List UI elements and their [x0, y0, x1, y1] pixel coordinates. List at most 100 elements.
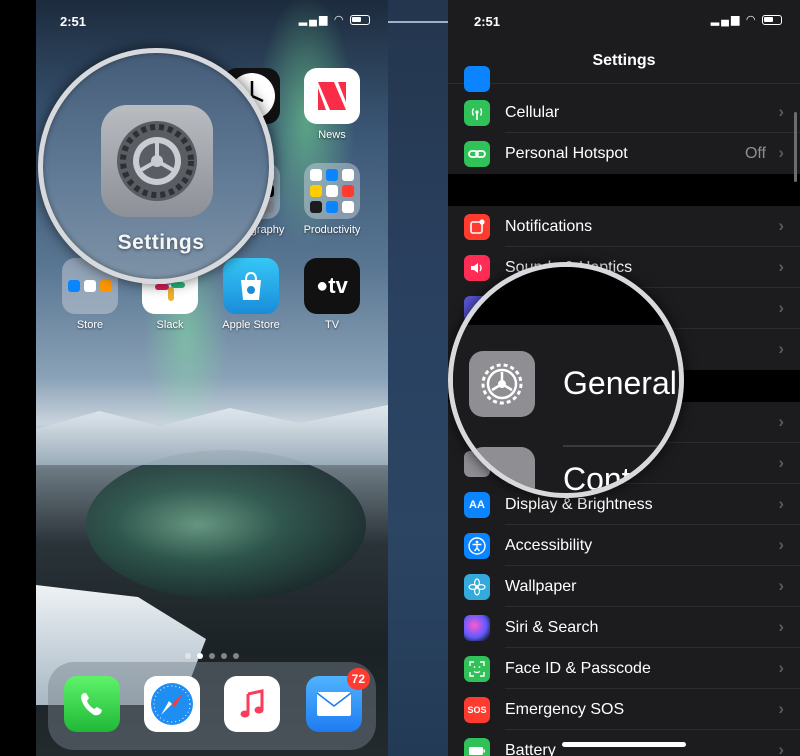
wifi-icon: ◠: [746, 14, 757, 26]
accessibility-icon: [464, 533, 490, 559]
phone-icon: [64, 676, 120, 732]
app-label: Slack: [156, 319, 184, 331]
row-label: Face ID & Passcode: [505, 660, 651, 677]
news-icon: [304, 68, 360, 124]
chevron-right-icon: ›: [778, 339, 784, 358]
toggles-icon: [469, 447, 535, 493]
chevron-right-icon: ›: [778, 494, 784, 513]
settings-row-siri[interactable]: Siri & Search ›: [448, 607, 800, 648]
settings-row-personal-hotspot[interactable]: Personal Hotspot Off ›: [448, 133, 800, 174]
apple-store-icon: [223, 258, 279, 314]
dock-mail[interactable]: 72: [304, 668, 370, 732]
app-label: Store: [76, 319, 104, 331]
status-time: 2:51: [60, 14, 87, 29]
app-label: News: [318, 129, 346, 141]
row-label: Accessibility: [505, 537, 593, 554]
folder-productivity[interactable]: Productivity: [302, 163, 362, 236]
settings-row-cellular[interactable]: Cellular ›: [448, 92, 800, 133]
magnified-section-gap: [453, 267, 679, 325]
dock-music[interactable]: [222, 676, 282, 732]
settings-row-face-id[interactable]: Face ID & Passcode ›: [448, 648, 800, 689]
status-bar: 2:51 ▂▄▆ ◠: [448, 0, 800, 40]
app-apple-store[interactable]: Apple Store: [221, 258, 281, 331]
face-id-icon: [464, 656, 490, 682]
row-label: Notifications: [505, 218, 593, 235]
chevron-right-icon: ›: [778, 740, 784, 756]
music-icon: [224, 676, 280, 732]
dock: 72: [48, 662, 376, 750]
apple-logo-icon: ●: [316, 274, 329, 297]
row-label: Display & Brightness: [505, 496, 653, 513]
scroll-indicator[interactable]: [794, 112, 797, 182]
signal-icon: ▂▄▆: [710, 14, 742, 26]
chevron-right-icon: ›: [778, 535, 784, 554]
wallpaper-snow: [36, 405, 388, 465]
notifications-icon: [464, 214, 490, 240]
page-dot-active[interactable]: [197, 653, 203, 659]
settings-label: Settings: [117, 231, 205, 254]
hotspot-link-icon: [464, 141, 490, 167]
status-icons: ▂▄▆ ◠: [711, 13, 782, 26]
wallpaper-river: [86, 450, 366, 600]
app-label: Productivity: [303, 224, 361, 236]
wifi-icon: ◠: [334, 14, 345, 26]
row-value: Off: [744, 145, 766, 162]
settings-row-wallpaper[interactable]: Wallpaper ›: [448, 566, 800, 607]
divider-line: [388, 21, 448, 23]
app-label: Apple Store: [222, 319, 280, 331]
antenna-icon: [464, 100, 490, 126]
chevron-right-icon: ›: [778, 617, 784, 636]
row-label: Siri & Search: [505, 619, 599, 636]
settings-row-accessibility[interactable]: Accessibility ›: [448, 525, 800, 566]
page-dot[interactable]: [233, 653, 239, 659]
productivity-folder-icon: [304, 163, 360, 219]
row-label: Personal Hotspot: [505, 145, 628, 162]
battery-icon: [350, 15, 370, 26]
dock-phone[interactable]: [62, 676, 122, 732]
magnified-control-center-label: Control Center: [563, 461, 679, 497]
magnifier-settings: Settings: [38, 48, 274, 284]
status-icons: ▂▄▆ ◠: [299, 13, 370, 26]
status-time: 2:51: [474, 14, 501, 29]
safari-icon: [144, 676, 200, 732]
chevron-right-icon: ›: [778, 257, 784, 276]
settings-row-notifications[interactable]: Notifications ›: [448, 206, 800, 247]
list-item-partial: [448, 66, 800, 92]
app-news[interactable]: News: [302, 68, 362, 141]
page-dot[interactable]: [209, 653, 215, 659]
divider-strip: [388, 0, 448, 756]
chevron-right-icon: ›: [778, 216, 784, 235]
status-bar: 2:51 ▂▄▆ ◠: [36, 0, 388, 40]
page-title: Settings: [592, 52, 656, 69]
chevron-right-icon: ›: [778, 143, 784, 162]
notification-badge: 72: [346, 668, 370, 690]
settings-row-emergency-sos[interactable]: SOS Emergency SOS ›: [448, 689, 800, 730]
settings-gear-icon[interactable]: [101, 105, 213, 217]
app-label: TV: [324, 319, 340, 331]
home-indicator[interactable]: [562, 742, 686, 747]
gear-icon: [469, 351, 535, 417]
flower-icon: [464, 574, 490, 600]
chevron-right-icon: ›: [778, 658, 784, 677]
dock-safari[interactable]: [142, 676, 202, 732]
chevron-right-icon: ›: [778, 102, 784, 121]
sos-icon: SOS: [464, 697, 490, 723]
chevron-right-icon: ›: [778, 453, 784, 472]
row-label: Cellular: [505, 104, 560, 121]
page-dot[interactable]: [185, 653, 191, 659]
mail-icon: 72: [306, 668, 370, 732]
bluetooth-icon: [464, 66, 490, 92]
chevron-right-icon: ›: [778, 699, 784, 718]
battery-row-icon: [464, 738, 490, 756]
app-tv[interactable]: ● tv TV: [302, 258, 362, 331]
magnifier-general: General Control Center: [448, 262, 684, 498]
battery-icon: [762, 15, 782, 26]
row-label: Emergency SOS: [505, 701, 625, 718]
text-size-icon: AA: [464, 492, 490, 518]
row-label: Wallpaper: [505, 578, 577, 595]
siri-icon: [464, 615, 490, 641]
page-dot[interactable]: [221, 653, 227, 659]
chevron-right-icon: ›: [778, 412, 784, 431]
chevron-right-icon: ›: [778, 576, 784, 595]
chevron-right-icon: ›: [778, 298, 784, 317]
